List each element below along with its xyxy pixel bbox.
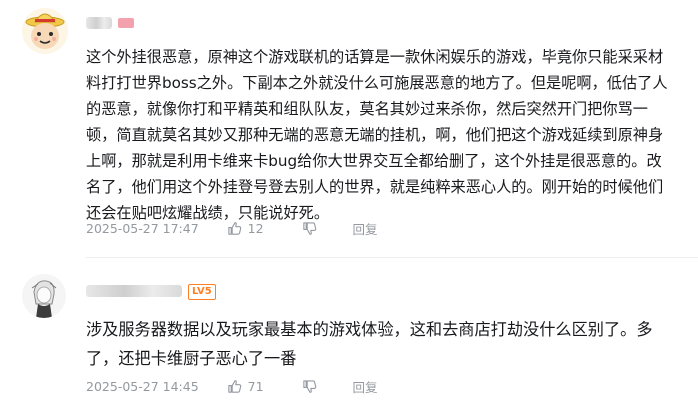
thumbs-down-icon	[302, 221, 316, 235]
username-blurred[interactable]	[86, 285, 182, 297]
comment-item: 这个外挂很恶意，原神这个游戏联机的话算是一款休闲娱乐的游戏，毕竟你只能采采材料打…	[0, 0, 698, 250]
sketch-character-avatar-icon	[22, 274, 66, 318]
straw-hat-avatar-icon	[22, 8, 68, 54]
thumbs-up-icon	[227, 221, 241, 235]
comment-time: 2025-05-27 14:45	[86, 378, 199, 394]
like-count: 71	[247, 378, 264, 394]
comment-item: LV5 涉及服务器数据以及玩家最基本的游戏体验，这和去商店打劫没什么区别了。多了…	[0, 258, 698, 403]
thumbs-down-icon	[302, 379, 316, 393]
dislike-button[interactable]	[302, 379, 317, 394]
comment-text: 涉及服务器数据以及玩家最基本的游戏体验，这和去商店打劫没什么区别了。多了，还把卡…	[86, 320, 653, 368]
username-blurred[interactable]	[86, 17, 112, 29]
level-badge: LV5	[188, 284, 216, 300]
like-count: 12	[247, 220, 264, 236]
dislike-button[interactable]	[302, 221, 317, 236]
reply-button[interactable]: 回复	[353, 377, 378, 396]
reply-button[interactable]: 回复	[353, 219, 378, 238]
comment-text: 这个外挂很恶意，原神这个游戏联机的话算是一款休闲娱乐的游戏，毕竟你只能采采材料打…	[86, 48, 668, 222]
like-button[interactable]: 12	[227, 221, 264, 236]
thumbs-up-icon	[227, 379, 241, 393]
comment-meta: 2025-05-27 17:47 12 回复	[86, 218, 378, 238]
user-avatar[interactable]	[22, 8, 68, 54]
comment-meta: 2025-05-27 14:45 71 回复	[86, 376, 378, 396]
user-avatar[interactable]	[22, 274, 66, 318]
user-badge-blurred	[118, 18, 134, 28]
like-button[interactable]: 71	[227, 379, 264, 394]
comment-time: 2025-05-27 17:47	[86, 220, 199, 236]
